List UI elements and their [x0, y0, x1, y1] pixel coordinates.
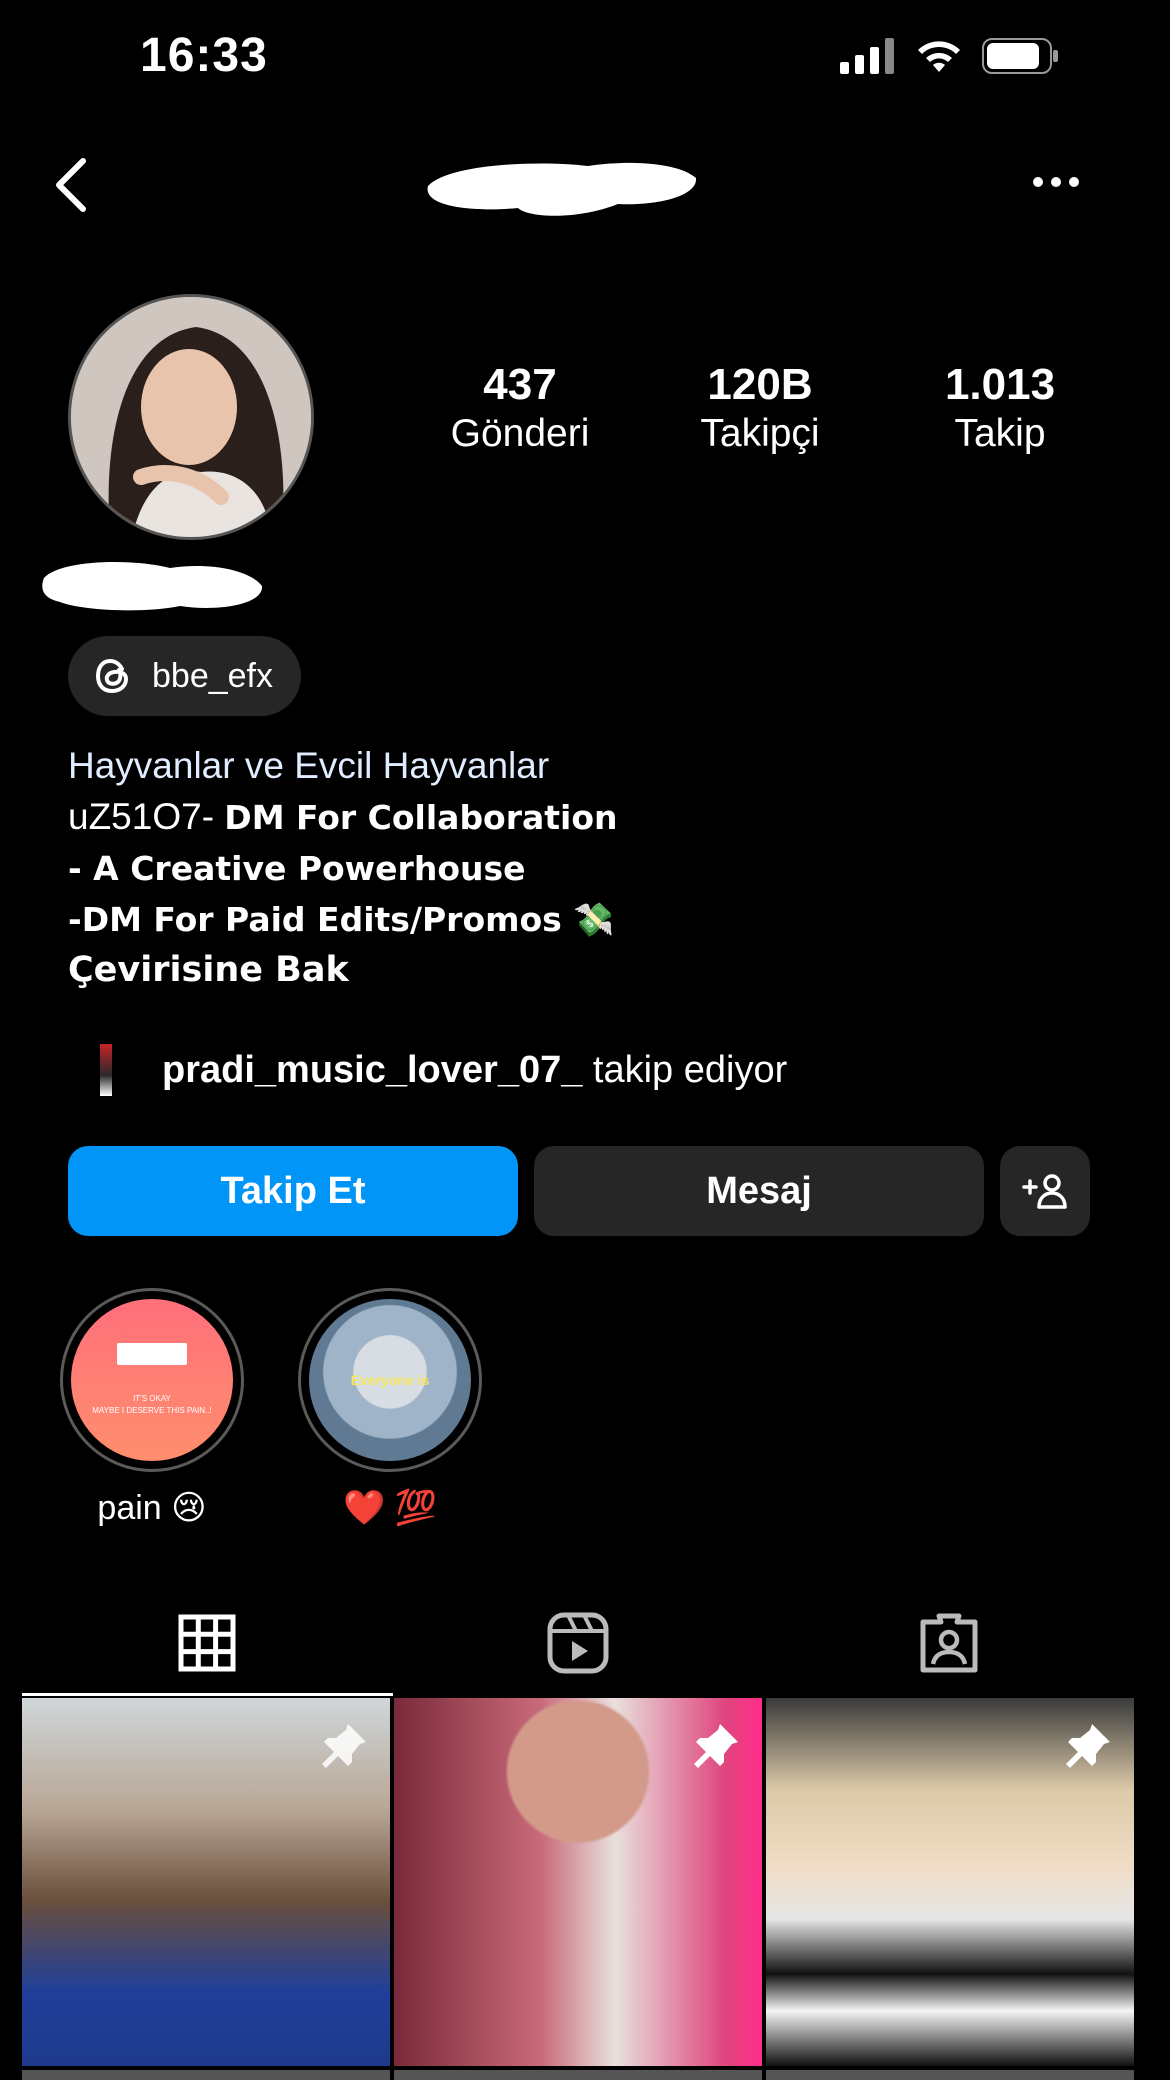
back-button[interactable]	[44, 150, 96, 220]
stat-posts[interactable]: 437 Gönderi	[420, 360, 620, 456]
profile-photo-image	[71, 297, 311, 537]
threads-profile-link[interactable]: bbe_efx	[68, 636, 301, 716]
highlight-cover-pain: IT'S OKAY MAYBE I DESERVE THIS PAIN..!	[71, 1299, 233, 1461]
tab-posts-grid[interactable]	[22, 1590, 393, 1696]
story-highlights: IT'S OKAY MAYBE I DESERVE THIS PAIN..! p…	[60, 1288, 482, 1528]
post-thumbnail[interactable]	[766, 2070, 1134, 2080]
see-translation-link[interactable]: Çevirisine Bak	[68, 945, 968, 996]
bio-line-1-bold: DM For Collaboration	[224, 798, 618, 837]
profile-stats: 437 Gönderi 120B Takipçi 1.013 Takip	[420, 360, 1100, 456]
suggested-users-button[interactable]	[1000, 1146, 1090, 1236]
post-thumbnail[interactable]	[394, 1698, 762, 2066]
grid-icon	[178, 1614, 236, 1672]
bio-line-1: uZ51O7- DM For Collaboration	[68, 791, 968, 843]
posts-count: 437	[483, 360, 557, 409]
reels-icon	[547, 1612, 609, 1674]
tagged-icon	[920, 1613, 978, 1673]
profile-nav-bar	[0, 140, 1170, 230]
add-person-icon	[1022, 1174, 1067, 1209]
tab-reels[interactable]	[393, 1590, 764, 1696]
wifi-icon	[918, 41, 960, 72]
highlight-sticker	[117, 1343, 187, 1365]
following-label: Takip	[954, 412, 1046, 455]
highlight-heart-100[interactable]: Everyone is ❤️ 💯	[298, 1288, 482, 1528]
post-thumbnail[interactable]	[22, 2070, 390, 2080]
highlight-ring: IT'S OKAY MAYBE I DESERVE THIS PAIN..!	[60, 1288, 244, 1472]
post-thumbnail[interactable]	[22, 1698, 390, 2066]
highlight-label: ❤️ 💯	[342, 1489, 438, 1527]
followers-count: 120B	[707, 360, 813, 409]
bio-line-1-prefix: uZ51O7-	[68, 796, 225, 837]
profile-avatar[interactable]	[68, 294, 314, 540]
posts-grid	[22, 1698, 1134, 2066]
message-button[interactable]: Mesaj	[534, 1146, 984, 1236]
highlight-label: pain 😢	[97, 1489, 207, 1527]
status-time: 16:33	[140, 29, 268, 82]
profile-actions: Takip Et Mesaj	[68, 1146, 1090, 1236]
following-count: 1.013	[944, 360, 1056, 409]
status-icons	[840, 38, 1060, 74]
tab-tagged[interactable]	[763, 1590, 1134, 1696]
more-options-button[interactable]	[1026, 160, 1086, 204]
threads-icon	[95, 658, 129, 694]
status-bar: 16:33	[0, 0, 1170, 120]
profile-bio: Hayvanlar ve Evcil Hayvanlar uZ51O7- DM …	[68, 740, 968, 996]
posts-label: Gönderi	[450, 412, 590, 455]
follow-button[interactable]: Takip Et	[68, 1146, 518, 1236]
mutual-follower-row[interactable]: pradi_music_lover_07_ takip ediyor	[100, 1044, 787, 1096]
pinned-post-icon	[694, 1724, 738, 1768]
profile-category: Hayvanlar ve Evcil Hayvanlar	[68, 745, 550, 786]
highlight-cover-caption: Everyone is	[350, 1372, 430, 1388]
bio-line-3: -DM For Paid Edits/Promos 💸	[68, 900, 615, 939]
bio-line-2: - A Creative Powerhouse	[68, 849, 526, 888]
post-thumbnail[interactable]	[766, 1698, 1134, 2066]
stat-followers[interactable]: 120B Takipçi	[660, 360, 860, 456]
mutual-follower-text: pradi_music_lover_07_ takip ediyor	[162, 1049, 787, 1092]
battery-icon	[982, 38, 1058, 74]
highlight-cover-heart: Everyone is	[309, 1299, 471, 1461]
post-thumbnail[interactable]	[394, 2070, 762, 2080]
stat-following[interactable]: 1.013 Takip	[900, 360, 1100, 456]
pinned-post-icon	[1066, 1724, 1110, 1768]
redacted-username	[427, 162, 697, 216]
followers-label: Takipçi	[700, 412, 820, 455]
chevron-left-icon	[56, 158, 86, 212]
highlight-pain[interactable]: IT'S OKAY MAYBE I DESERVE THIS PAIN..! p…	[60, 1288, 244, 1528]
highlight-ring: Everyone is	[298, 1288, 482, 1472]
pinned-post-icon	[322, 1724, 366, 1768]
mutual-follower-avatar	[100, 1044, 112, 1096]
mutual-follower-username: pradi_music_lover_07_	[162, 1048, 583, 1091]
posts-grid-row-2	[22, 2070, 1134, 2080]
redacted-display-name	[42, 562, 263, 611]
more-dots-icon	[1033, 177, 1079, 187]
mutual-follower-suffix: takip ediyor	[582, 1048, 788, 1091]
highlight-cover-text: IT'S OKAY MAYBE I DESERVE THIS PAIN..!	[92, 1394, 212, 1415]
profile-content-tabs	[22, 1590, 1134, 1696]
threads-handle: bbe_efx	[152, 656, 273, 695]
cellular-signal-icon	[840, 38, 894, 74]
